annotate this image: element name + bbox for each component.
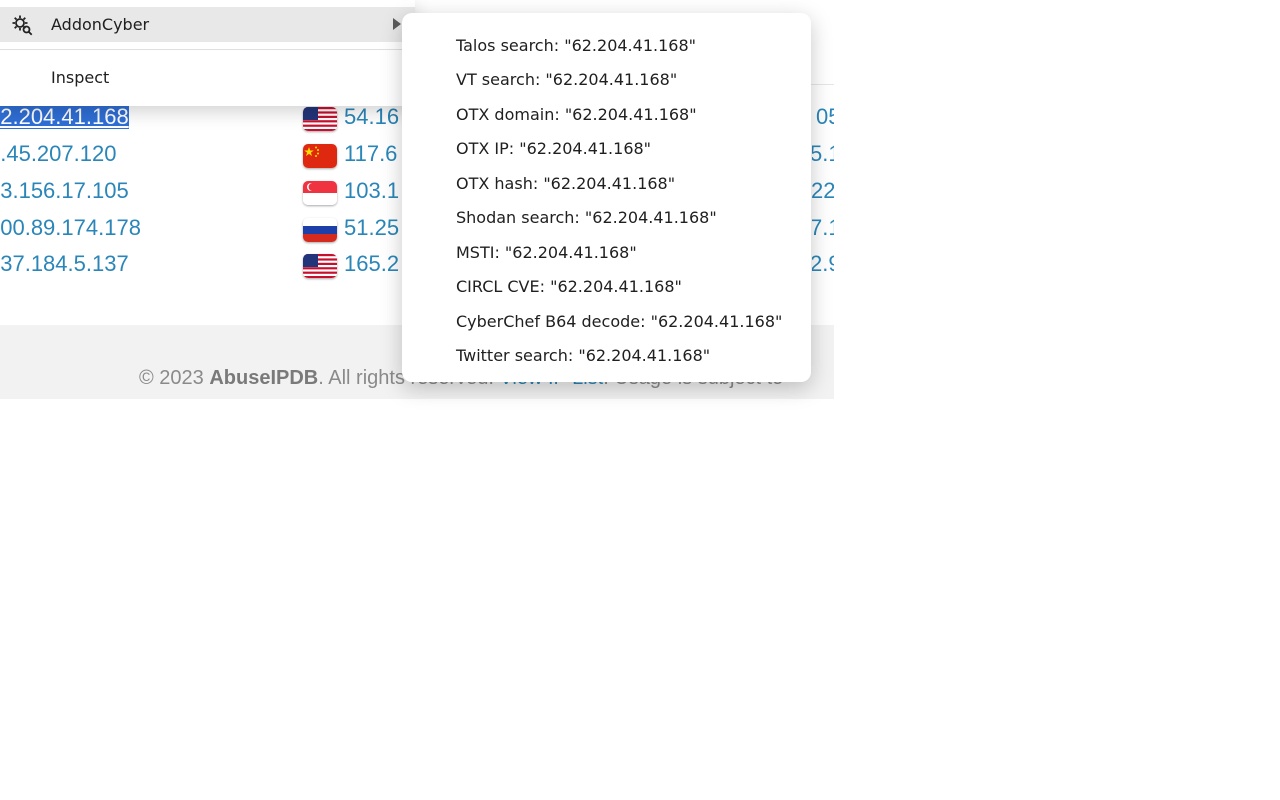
submenu-item-otx-ip[interactable]: OTX IP: "62.204.41.168" [402,131,811,165]
ip-link[interactable]: 117.6 [344,141,402,167]
menu-item-addoncyber[interactable]: AddonCyber [0,7,415,42]
submenu-item-talos-search[interactable]: Talos search: "62.204.41.168" [402,28,811,62]
submenu-item-shodan-search[interactable]: Shodan search: "62.204.41.168" [402,200,811,234]
sg-flag-icon [303,181,337,205]
submenu-item-circl-cve[interactable]: CIRCL CVE: "62.204.41.168" [402,269,811,303]
submenu-item-otx-hash[interactable]: OTX hash: "62.204.41.168" [402,166,811,200]
submenu-item-label: Talos search: "62.204.41.168" [456,36,696,55]
submenu-item-label: OTX IP: "62.204.41.168" [456,139,652,158]
ip-link[interactable]: 137.184.5.137 [0,251,300,277]
us-flag-icon [303,254,337,278]
submenu-item-label: MSTI: "62.204.41.168" [456,243,637,262]
submenu-item-label: CyberChef B64 decode: "62.204.41.168" [456,312,783,331]
copyright-text: © 2023 [139,367,210,389]
submenu-item-label: VT search: "62.204.41.168" [456,70,678,89]
submenu-item-vt-search[interactable]: VT search: "62.204.41.168" [402,62,811,96]
ip-link[interactable]: 62.204.41.168 [0,104,300,130]
ip-link[interactable]: 200.89.174.178 [0,215,300,241]
gear-search-icon [11,14,33,36]
ip-link[interactable]: 22 [812,178,834,204]
submenu-item-label: Shodan search: "62.204.41.168" [456,208,717,227]
ip-link[interactable]: 5.1 [812,141,834,167]
submenu-item-label: CIRCL CVE: "62.204.41.168" [456,277,682,296]
submenu-item-otx-domain[interactable]: OTX domain: "62.204.41.168" [402,97,811,131]
submenu-item-cyberchef-b64[interactable]: CyberChef B64 decode: "62.204.41.168" [402,304,811,338]
ip-link[interactable]: 51.25 [344,215,402,241]
menu-item-inspect[interactable]: Inspect [0,60,415,95]
cn-flag-icon [303,144,337,168]
menu-item-label: AddonCyber [51,15,150,34]
context-menu: AddonCyber Inspect [0,0,415,106]
menu-item-label: Inspect [51,68,110,87]
submenu-arrow-icon [393,18,401,30]
addoncyber-submenu: Talos search: "62.204.41.168" VT search:… [402,13,811,382]
submenu-item-msti[interactable]: MSTI: "62.204.41.168" [402,235,811,269]
ip-link[interactable]: 165.2 [344,251,402,277]
ru-flag-icon [303,218,337,242]
ip-link[interactable]: 54.16 [344,104,402,130]
ip-link[interactable]: 43.156.17.105 [0,178,300,204]
ip-link[interactable]: 7.1 [812,215,834,241]
submenu-item-twitter-search[interactable]: Twitter search: "62.204.41.168" [402,338,811,372]
ip-link[interactable]: 103.1 [344,178,402,204]
ip-link[interactable]: 2.9 [812,251,834,277]
submenu-item-label: OTX hash: "62.204.41.168" [456,174,676,193]
ip-link[interactable]: 05. [812,104,834,130]
footer-brand: AbuseIPDB [209,367,319,389]
submenu-item-label: Twitter search: "62.204.41.168" [456,346,711,365]
submenu-item-label: OTX domain: "62.204.41.168" [456,105,697,124]
us-flag-icon [303,107,337,131]
menu-separator [0,49,415,50]
ip-link[interactable]: 5.45.207.120 [0,141,300,167]
